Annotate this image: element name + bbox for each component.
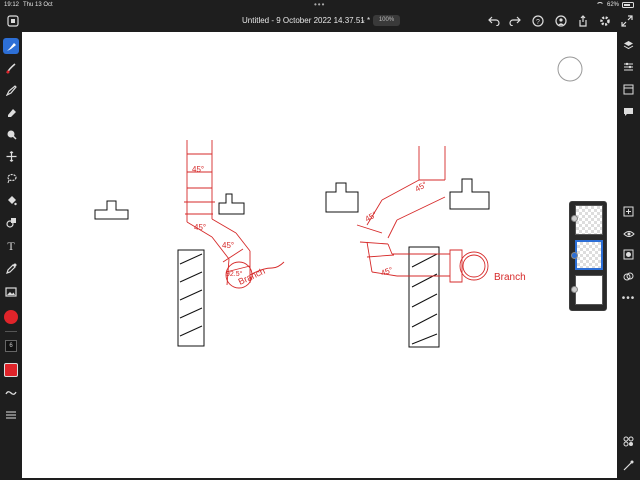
- right-duct-segments: [356, 224, 389, 245]
- left-outlet-b: [218, 193, 245, 215]
- layer-mask-icon[interactable]: [621, 247, 636, 262]
- brush-color-swatch[interactable]: [4, 363, 18, 377]
- toolbar-divider: [5, 331, 17, 332]
- drawing-app: 19:12 Thu 13 Oct ••• 62% Untitled - 9 Oc…: [0, 0, 640, 480]
- left-column-hatch: [179, 253, 203, 337]
- gear-icon[interactable]: [598, 14, 612, 28]
- redo-icon[interactable]: [508, 14, 522, 28]
- left-column: [177, 249, 205, 347]
- title-bar: Untitled - 9 October 2022 14.37.51 * ⌄ 1…: [0, 10, 640, 32]
- undo-icon[interactable]: [487, 14, 501, 28]
- profile-icon[interactable]: [554, 14, 568, 28]
- smudge-tool-icon[interactable]: [3, 126, 19, 142]
- left-angle-label: 45°: [194, 223, 206, 232]
- right-branch-label: Branch: [494, 272, 526, 283]
- zoom-level[interactable]: 100%: [373, 15, 400, 26]
- status-date: Thu 13 Oct: [23, 2, 53, 8]
- text-tool-icon[interactable]: T: [3, 238, 19, 254]
- color-picker-swatch[interactable]: [4, 310, 18, 324]
- right-angle-label: 45°: [364, 210, 379, 224]
- battery-icon: [622, 2, 634, 8]
- visibility-eye-icon[interactable]: [621, 226, 636, 241]
- layer-visibility-icon[interactable]: [571, 286, 578, 293]
- right-branch-inner: [462, 254, 486, 278]
- expand-icon[interactable]: [620, 14, 634, 28]
- live-brush-tool-icon[interactable]: [3, 60, 19, 76]
- right-sketch-labels: 45° 45° 45° Branch: [364, 180, 526, 283]
- image-tool-icon[interactable]: [3, 284, 19, 300]
- layer-visibility-icon[interactable]: [571, 252, 578, 259]
- right-branch-circle: [459, 251, 489, 281]
- left-duct-segments: [184, 153, 215, 215]
- brush-size-box[interactable]: 6: [5, 340, 17, 352]
- layer-thumbnail[interactable]: [575, 205, 603, 235]
- right-column-hatch: [411, 253, 438, 345]
- right-outlet-b: [449, 178, 490, 210]
- move-tool-icon[interactable]: [3, 148, 19, 164]
- layer-thumbnail[interactable]: [575, 275, 603, 305]
- wifi-icon: [595, 2, 604, 8]
- vector-brush-tool-icon[interactable]: [3, 82, 19, 98]
- right-outlet-a: [325, 182, 359, 213]
- left-angle-label: 45°: [222, 241, 234, 250]
- layer-visibility-icon[interactable]: [571, 215, 578, 222]
- status-indicators: 62%: [595, 2, 634, 8]
- help-icon[interactable]: ?: [531, 14, 545, 28]
- layer-group-icon[interactable]: [621, 269, 636, 284]
- guides-icon[interactable]: [621, 434, 636, 449]
- sketch-drawing: 45° 45° 45° 92.5° Branch 45° 45° 45° Bra…: [94, 56, 583, 348]
- right-duct-vertical: [418, 146, 446, 180]
- layer-thumbnail-selected[interactable]: [575, 240, 603, 270]
- fill-tool-icon[interactable]: [3, 192, 19, 208]
- left-duct-vertical: [186, 140, 213, 222]
- home-icon[interactable]: [6, 14, 20, 28]
- brush-stroke-icon[interactable]: [3, 385, 19, 401]
- pixel-brush-tool-icon[interactable]: [3, 38, 19, 54]
- ios-status-bar: 19:12 Thu 13 Oct ••• 62%: [0, 0, 640, 10]
- lasso-selection-icon[interactable]: [3, 170, 19, 186]
- document-title[interactable]: Untitled - 9 October 2022 14.37.51 *: [242, 16, 370, 25]
- shape-tool-icon[interactable]: [3, 214, 19, 230]
- left-sketch-labels: 45° 45° 45° 92.5° Branch: [192, 165, 267, 287]
- layers-icon[interactable]: [621, 38, 636, 53]
- brush-cursor-preview: [557, 56, 583, 82]
- left-branch-label: Branch: [237, 266, 267, 287]
- right-duct-run: [392, 253, 450, 277]
- brush-settings-icon[interactable]: [3, 407, 19, 423]
- battery-percentage: 62%: [606, 2, 619, 8]
- properties-panel-icon[interactable]: [621, 82, 636, 97]
- eraser-tool-icon[interactable]: [3, 104, 19, 120]
- chevron-down-icon[interactable]: ⌄: [360, 16, 366, 24]
- comments-icon[interactable]: [621, 105, 636, 120]
- share-icon[interactable]: [576, 14, 590, 28]
- add-layer-icon[interactable]: [621, 204, 636, 219]
- right-column: [408, 246, 440, 348]
- layers-panel: [569, 201, 607, 311]
- touch-shortcut-icon[interactable]: [621, 458, 636, 473]
- left-toolbar: T 6: [0, 32, 22, 480]
- left-duct-joints: [222, 248, 251, 273]
- right-toolbar: •••: [617, 32, 640, 480]
- eyedropper-icon[interactable]: [3, 260, 19, 276]
- right-sketch-structure: [325, 178, 490, 348]
- more-options-icon[interactable]: •••: [621, 291, 636, 306]
- multitasking-dots-icon[interactable]: •••: [314, 0, 325, 9]
- left-angle-label: 45°: [192, 165, 204, 174]
- left-outlet-a: [94, 200, 129, 220]
- drawing-canvas[interactable]: 45° 45° 45° 92.5° Branch 45° 45° 45° Bra…: [22, 32, 617, 478]
- status-time: 19:12: [4, 2, 20, 8]
- svg-text:?: ?: [536, 19, 540, 26]
- left-sketch-structure: [94, 193, 245, 347]
- layer-properties-icon[interactable]: [621, 59, 636, 74]
- right-angle-label: 45°: [380, 265, 394, 278]
